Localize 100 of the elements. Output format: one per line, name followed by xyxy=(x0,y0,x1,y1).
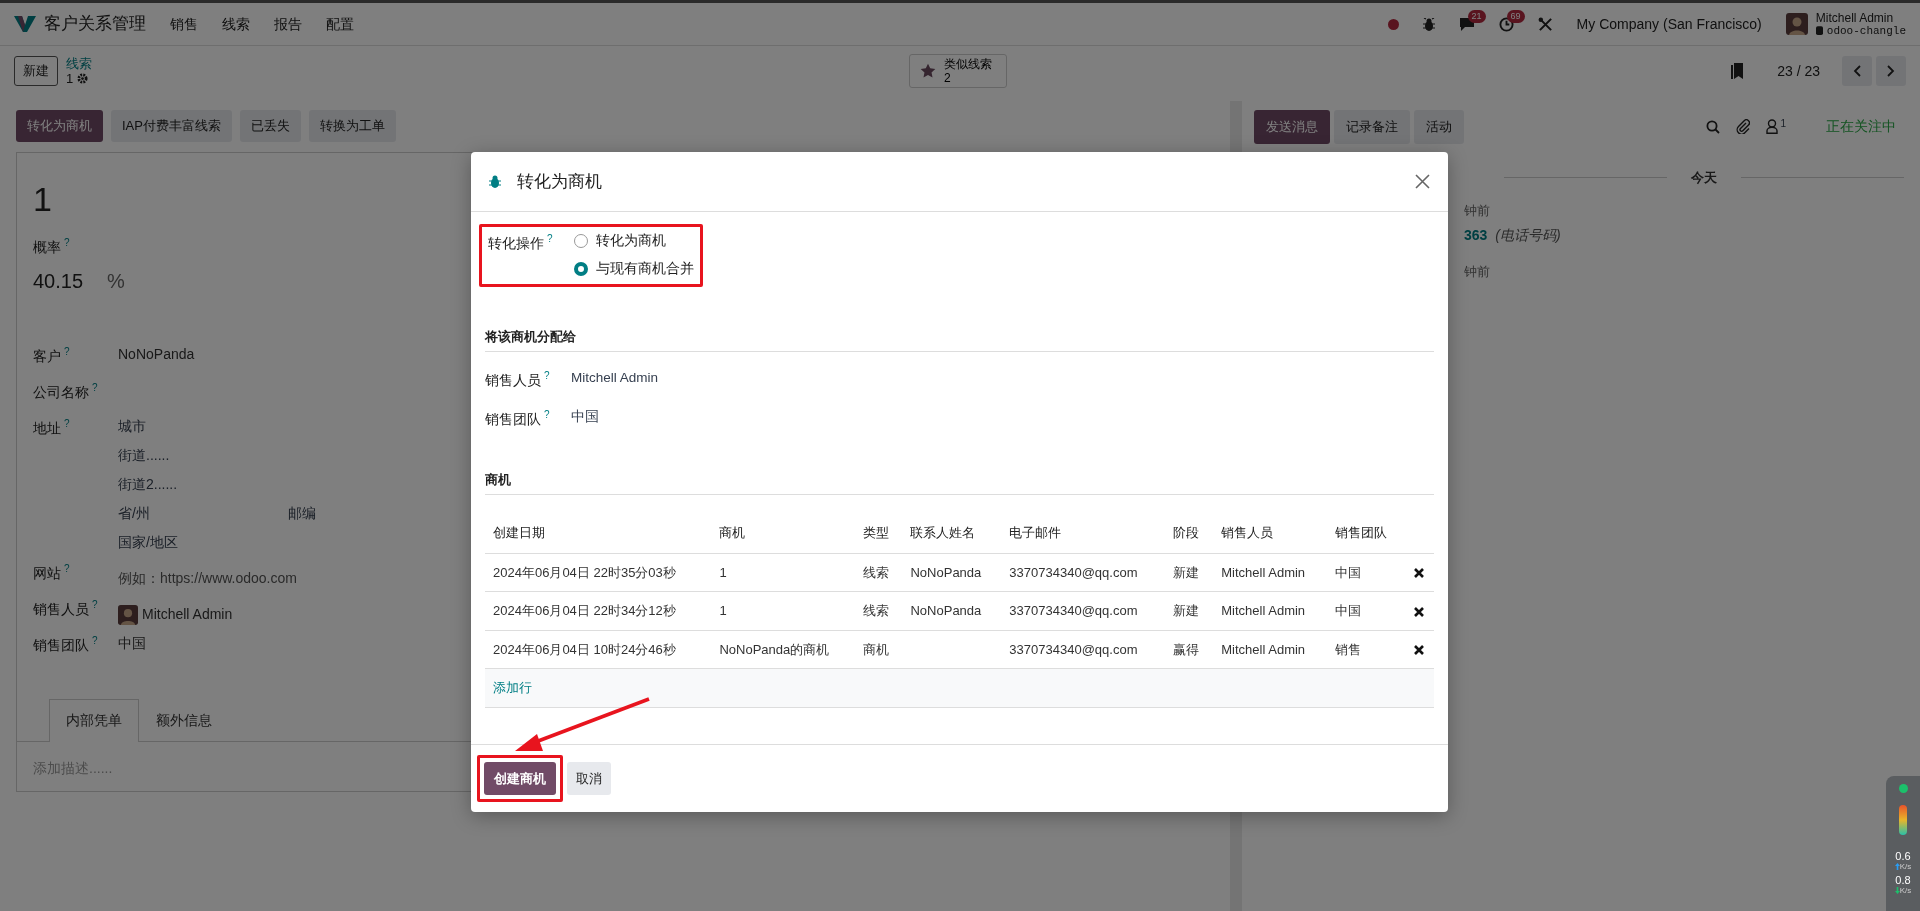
table-cell: 线索 xyxy=(854,553,903,592)
delete-icon[interactable] xyxy=(1414,568,1425,579)
dialog-title: 转化为商机 xyxy=(517,170,602,193)
status-action-button[interactable]: 转换为工单 xyxy=(308,110,396,142)
app-title[interactable]: 客户关系管理 xyxy=(44,11,146,37)
close-icon xyxy=(1415,174,1430,189)
chatter-button[interactable]: 记录备注 xyxy=(1334,110,1410,144)
bug-icon[interactable] xyxy=(1422,17,1435,31)
section-heading: 将该商机分配给 xyxy=(485,326,1434,352)
table-cell: 销售 xyxy=(1326,630,1405,669)
address-field[interactable]: 街道2...... xyxy=(118,473,178,503)
gear-icon[interactable] xyxy=(77,73,89,84)
column-header[interactable]: 电子邮件 xyxy=(1001,513,1166,553)
new-button[interactable]: 新建 xyxy=(14,56,58,86)
notebook-tab[interactable]: 额外信息 xyxy=(139,698,229,741)
paperclip-icon[interactable] xyxy=(1736,119,1751,135)
input-field[interactable]: 例如：https://www.odoo.com xyxy=(118,560,378,597)
status-action-button[interactable]: 转化为商机 xyxy=(16,110,103,142)
message-time: 钟前 xyxy=(1464,262,1491,281)
app-logo-icon[interactable] xyxy=(14,16,36,32)
field-label: 客户 $^{?}$ xyxy=(33,344,71,366)
column-header[interactable]: 联系人姓名 xyxy=(902,513,1002,553)
address-field[interactable]: 省/州 xyxy=(118,502,288,532)
column-header[interactable]: 类型 xyxy=(854,513,903,553)
field-label: 销售人员 $^{?}$ xyxy=(33,597,99,619)
table-cell: 3370734340@qq.com xyxy=(1001,591,1166,630)
create-button[interactable]: 创建商机 xyxy=(484,761,556,795)
record-dot-icon[interactable] xyxy=(1387,18,1399,30)
database-icon xyxy=(1815,26,1823,35)
table-cell: 3370734340@qq.com xyxy=(1001,630,1166,669)
table-cell: 新建 xyxy=(1165,553,1214,592)
status-action-button[interactable]: IAP付费丰富线索 xyxy=(111,110,232,142)
follower-icon[interactable] xyxy=(1766,119,1779,135)
search-icon[interactable] xyxy=(1706,119,1721,134)
table-cell: 赢得 xyxy=(1165,630,1214,669)
table-cell: NoNoPanda xyxy=(902,553,1002,592)
company-switcher[interactable]: My Company (San Francisco) xyxy=(1576,13,1762,35)
message-note: (电话号码) xyxy=(1495,225,1561,245)
pager-value[interactable]: 23 / 23 xyxy=(1777,60,1820,82)
smart-button[interactable]: 类似线索 2 xyxy=(909,54,1007,88)
bookmark-icon[interactable] xyxy=(1731,63,1744,79)
field-value: 中国 xyxy=(118,633,146,653)
table-cell: 2024年06月04日 22时35分03秒 xyxy=(485,553,712,592)
table-cell: 3370734340@qq.com xyxy=(1001,553,1166,592)
address-field[interactable]: 邮编 xyxy=(288,502,316,532)
menu-item[interactable]: 线索 xyxy=(222,13,250,35)
table-cell: NoNoPanda xyxy=(902,591,1002,630)
delete-icon[interactable] xyxy=(1414,645,1425,656)
column-header[interactable]: 阶段 xyxy=(1165,513,1214,553)
field-value[interactable]: 中国 xyxy=(571,406,599,430)
menu-item[interactable]: 配置 xyxy=(326,13,354,35)
table-cell: 1 xyxy=(711,591,855,630)
field-label: 销售团队 $^{?}$ xyxy=(485,407,551,429)
address-field[interactable]: 国家/地区 xyxy=(118,531,178,561)
field-label: 概率 $^{?}$ xyxy=(33,236,70,257)
breadcrumb-link[interactable]: 线索 xyxy=(66,56,92,71)
chevron-right-icon xyxy=(1887,65,1895,77)
close-button[interactable] xyxy=(1415,174,1430,189)
radio-option[interactable]: 与现有商机合并 xyxy=(574,259,694,280)
table-cell: 2024年06月04日 10时24分46秒 xyxy=(485,630,712,669)
field-label: 网站 $^{?}$ xyxy=(33,561,71,583)
table-cell: Mitchell Admin xyxy=(1213,591,1327,630)
next-button[interactable] xyxy=(1876,56,1906,86)
menu-item[interactable]: 报告 xyxy=(274,13,302,35)
cancel-button[interactable]: 取消 xyxy=(567,761,611,795)
address-field[interactable]: 城市 xyxy=(118,415,146,445)
record-title: 1 xyxy=(33,178,52,220)
upload-unit: K/s xyxy=(1899,862,1912,871)
bug-icon xyxy=(489,175,501,188)
table-cell: 新建 xyxy=(1165,591,1214,630)
tools-icon[interactable] xyxy=(1537,16,1553,32)
previous-button[interactable] xyxy=(1842,56,1872,86)
status-action-button[interactable]: 已丢失 xyxy=(239,110,301,142)
menu-item[interactable]: 销售 xyxy=(170,13,198,35)
add-line-link[interactable]: 添加行 xyxy=(493,680,532,695)
up-arrow-icon xyxy=(1894,863,1900,870)
download-speed: 0.8 xyxy=(1895,875,1911,886)
table-cell: NoNoPanda的商机 xyxy=(711,630,855,669)
column-header[interactable]: 销售人员 xyxy=(1213,513,1327,553)
user-avatar-icon[interactable] xyxy=(1785,13,1808,35)
field-value[interactable]: Mitchell Admin xyxy=(571,368,659,391)
upload-speed: 0.6 xyxy=(1895,851,1911,862)
chatter-button[interactable]: 活动 xyxy=(1414,110,1464,144)
field-value: Mitchell Admin xyxy=(142,605,233,625)
table-cell: 中国 xyxy=(1326,553,1405,592)
notebook-tab[interactable]: 内部凭单 xyxy=(49,698,139,742)
table-cell: 1 xyxy=(711,553,855,592)
column-header[interactable]: 创建日期 xyxy=(485,513,712,553)
status-dot-icon xyxy=(1898,784,1908,793)
delete-icon[interactable] xyxy=(1414,606,1425,617)
chatter-button[interactable]: 发送消息 xyxy=(1254,110,1330,144)
column-header[interactable]: 销售团队 xyxy=(1326,513,1405,553)
user-name[interactable]: Mitchell Admin xyxy=(1815,11,1906,25)
probability-value: 40.15 xyxy=(33,268,84,294)
address-field[interactable]: 街道...... xyxy=(118,444,170,474)
column-header[interactable]: 商机 xyxy=(711,513,855,553)
field-label: 销售团队 $^{?}$ xyxy=(33,633,99,655)
radio-button[interactable] xyxy=(574,234,588,249)
radio-option[interactable]: 转化为商机 xyxy=(574,231,694,252)
radio-button[interactable] xyxy=(574,262,588,277)
